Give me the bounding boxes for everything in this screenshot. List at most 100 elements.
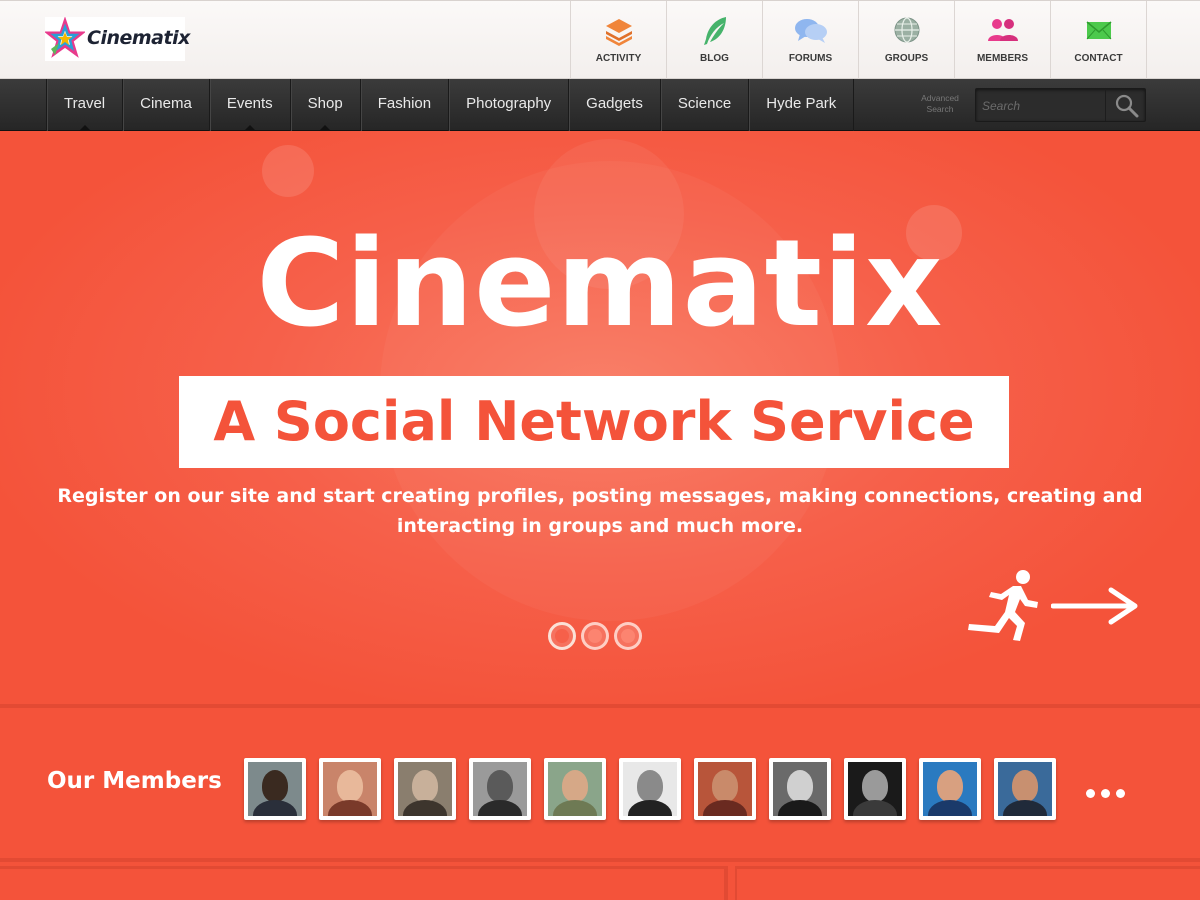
nav-item-label: Science [677,95,732,112]
member-avatar[interactable] [394,758,456,820]
avatar-head-shape [1012,770,1038,802]
hero-description: Register on our site and start creating … [57,485,1143,537]
slider-dot[interactable] [548,622,576,650]
nav-item-hyde-park[interactable]: Hyde Park [748,79,855,131]
content-panel-left [0,866,728,900]
decorative-circle [262,145,314,197]
avatar-head-shape [562,770,588,802]
search-button[interactable] [1105,89,1145,121]
top-nav-blog[interactable]: BLOG [666,1,762,79]
hero-subtitle: A Social Network Service [213,390,975,453]
members-section: Our Members [0,704,1200,862]
avatar-head-shape [712,770,738,802]
slider-pagination [548,622,642,650]
avatar-body-shape [928,800,972,816]
nav-item-cinema[interactable]: Cinema [122,79,209,131]
avatar-head-shape [862,770,888,802]
nav-item-fashion[interactable]: Fashion [359,79,448,131]
avatar-body-shape [328,800,372,816]
slider-dot[interactable] [581,622,609,650]
register-cta-button[interactable] [965,568,1140,643]
top-nav: ACTIVITY BLOG FORUMS GROUPS MEMBERS CONT… [570,1,1147,79]
avatar-head-shape [487,770,513,802]
member-avatar[interactable] [469,758,531,820]
nav-item-label: Travel [64,95,106,112]
dot-shape [1101,789,1110,798]
chat-bubbles-icon [794,19,827,43]
nav-item-shop[interactable]: Shop [289,79,360,131]
nav-item-label: Fashion [377,95,432,112]
slider-dot[interactable] [614,622,642,650]
nav-item-label: Shop [307,95,343,112]
avatar-body-shape [1003,800,1047,816]
member-avatar[interactable] [694,758,756,820]
member-avatar[interactable] [544,758,606,820]
top-nav-contact[interactable]: CONTACT [1050,1,1147,79]
advanced-search-line1: Advanced [921,93,959,103]
globe-icon [894,17,919,43]
nav-item-travel[interactable]: Travel [46,79,122,131]
top-nav-label: MEMBERS [976,53,1029,64]
dot-shape [1116,789,1125,798]
top-nav-label: GROUPS [884,53,929,64]
avatar-head-shape [637,770,663,802]
arrow-right-icon [1051,587,1138,625]
avatar-image [698,762,752,816]
star-logo-icon [45,17,85,58]
top-nav-activity[interactable]: ACTIVITY [570,1,666,79]
nav-item-label: Events [226,95,273,112]
member-avatar[interactable] [619,758,681,820]
top-header: Cinematix ACTIVITY BLOG FORUMS GROUPS ME… [0,0,1200,79]
site-logo[interactable]: Cinematix [45,17,190,61]
member-avatar[interactable] [769,758,831,820]
hero-subtitle-box: A Social Network Service [179,376,1009,468]
member-avatar[interactable] [844,758,906,820]
avatar-head-shape [262,770,288,802]
feather-icon [703,17,726,45]
advanced-search-link[interactable]: Advanced Search [916,93,964,115]
envelope-icon [1086,21,1111,40]
member-avatar[interactable] [244,758,306,820]
avatar-head-shape [937,770,963,802]
top-nav-label: CONTACT [1074,53,1123,64]
avatar-head-shape [787,770,813,802]
avatar-body-shape [853,800,897,816]
avatar-image [548,762,602,816]
hero-banner: Cinematix A Social Network Service Regis… [0,131,1200,704]
member-avatar[interactable] [319,758,381,820]
top-nav-forums[interactable]: FORUMS [762,1,858,79]
top-nav-label: BLOG [700,53,729,64]
layers-icon [605,19,632,46]
members-title: Our Members [47,768,222,794]
avatar-body-shape [403,800,447,816]
hero-title: Cinematix [256,215,944,354]
member-avatar[interactable] [919,758,981,820]
avatar-body-shape [253,800,297,816]
nav-item-science[interactable]: Science [659,79,748,131]
avatar-image [623,762,677,816]
top-nav-groups[interactable]: GROUPS [858,1,954,79]
nav-item-events[interactable]: Events [208,79,290,131]
avatar-body-shape [778,800,822,816]
advanced-search-line2: Search [926,104,954,114]
nav-item-gadgets[interactable]: Gadgets [568,79,660,131]
nav-item-label: Gadgets [586,95,643,112]
avatar-head-shape [337,770,363,802]
content-panel-right [735,866,1200,900]
avatar-body-shape [478,800,522,816]
magnifier-icon [1115,94,1139,118]
search-input[interactable] [982,95,1104,117]
main-nav-menu: Travel Cinema Events Shop Fashion Photog… [46,79,855,131]
member-avatar[interactable] [994,758,1056,820]
people-icon [987,19,1018,41]
logo-text: Cinematix [87,27,190,49]
avatar-image [323,762,377,816]
nav-item-label: Photography [466,95,552,112]
top-nav-label: ACTIVITY [595,53,642,64]
nav-item-photography[interactable]: Photography [448,79,568,131]
more-members-icon[interactable] [1086,789,1125,798]
members-avatar-list [244,758,1056,820]
avatar-image [773,762,827,816]
top-nav-members[interactable]: MEMBERS [954,1,1050,79]
top-nav-label: FORUMS [788,53,833,64]
